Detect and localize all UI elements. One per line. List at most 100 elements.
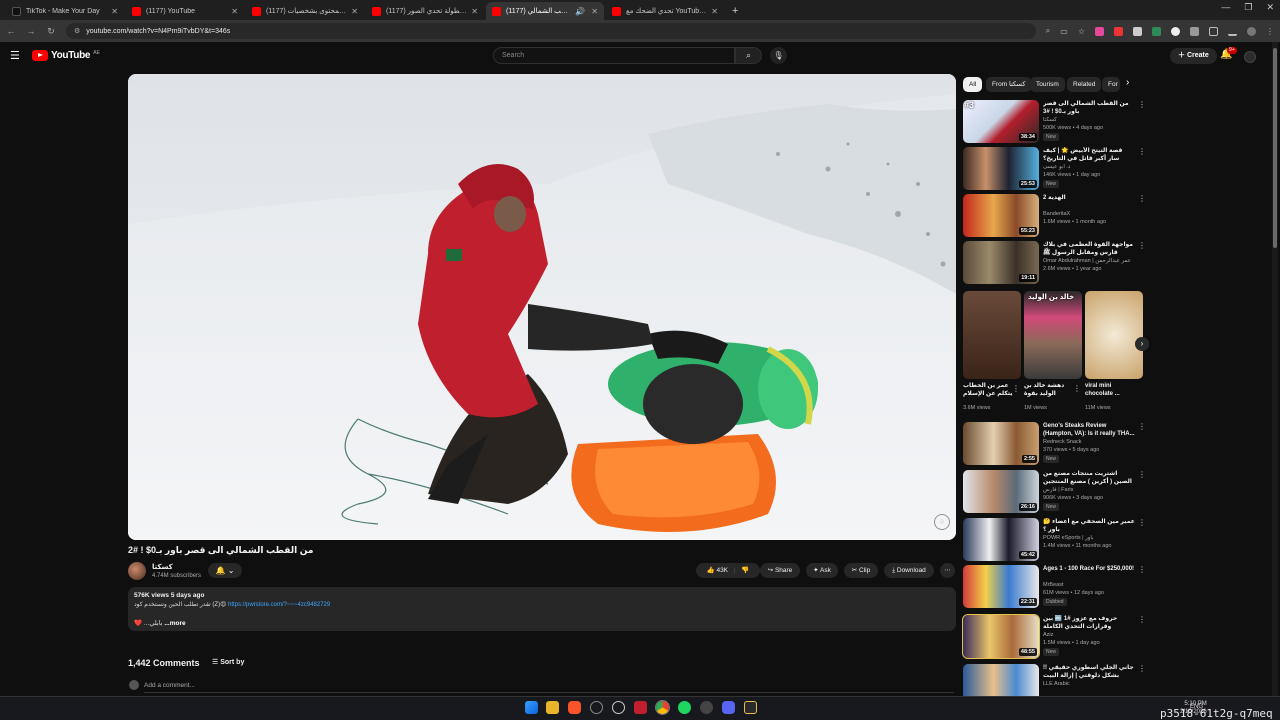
bookmark-star-icon[interactable]: ☆ xyxy=(1078,27,1085,36)
more-vertical-icon[interactable]: ⋮ xyxy=(1073,384,1081,393)
browser-tab[interactable]: (1177) صناع المحتوى بشخصيات ✕ xyxy=(246,2,364,20)
create-button[interactable]: ＋ Create xyxy=(1170,48,1217,64)
zoom-icon[interactable]: ⌕ xyxy=(1046,26,1050,36)
more-actions-button[interactable]: ⋯ xyxy=(940,563,955,578)
extension-icon[interactable] xyxy=(1133,26,1142,36)
app-icon[interactable] xyxy=(700,701,713,714)
video-thumbnail[interactable]: 45:42 xyxy=(963,518,1039,561)
video-thumbnail[interactable] xyxy=(963,664,1039,696)
close-tab-icon[interactable]: ✕ xyxy=(711,7,718,16)
page-scrollbar-thumb[interactable] xyxy=(1273,48,1277,248)
close-tab-icon[interactable]: ✕ xyxy=(471,7,478,16)
speaker-icon[interactable]: 🔊 xyxy=(575,7,585,16)
description-box[interactable]: 576K views 5 days ago تقدر تطلب الحين وت… xyxy=(128,587,956,631)
ask-button[interactable]: ✦ Ask xyxy=(806,563,838,578)
more-vertical-icon[interactable]: ⋮ xyxy=(1138,241,1146,250)
extensions-puzzle-icon[interactable] xyxy=(1209,26,1218,36)
clip-button[interactable]: ✂ Clip xyxy=(844,563,878,578)
video-thumbnail[interactable]: 2:55 xyxy=(963,422,1039,465)
recommended-video[interactable]: #3 38:34 من القطب الشمالي الى قصر باور ب… xyxy=(963,100,1146,144)
channel-name[interactable]: كسكتا xyxy=(152,563,173,571)
chip-tourism[interactable]: Tourism xyxy=(1030,77,1065,92)
description-link[interactable]: https://pwrstore.com/?~~~4zc9482729 xyxy=(228,602,330,608)
sort-by-button[interactable]: ☰ Sort by xyxy=(212,658,244,666)
more-vertical-icon[interactable]: ⋮ xyxy=(1138,422,1146,431)
close-tab-icon[interactable]: ✕ xyxy=(351,7,358,16)
start-menu-icon[interactable] xyxy=(525,701,538,714)
close-window-button[interactable]: ✕ xyxy=(1266,2,1274,13)
extension-icon[interactable] xyxy=(1114,26,1123,36)
new-tab-button[interactable]: + xyxy=(726,2,744,20)
recommended-video[interactable]: 55:23 الهدية 2 BanderitaX 1.6M views • 1… xyxy=(963,194,1146,238)
video-thumbnail[interactable]: 48:55 xyxy=(962,614,1040,659)
extension-icon[interactable] xyxy=(1152,26,1161,36)
browser-tab-active[interactable]: (1177) من القطب الشمالي 🔊 ✕ xyxy=(486,2,604,20)
more-vertical-icon[interactable]: ⋮ xyxy=(1138,615,1146,624)
dislike-button[interactable]: 👎 xyxy=(741,567,749,574)
video-thumbnail[interactable]: 26:16 xyxy=(963,470,1039,513)
short-thumbnail[interactable]: خالد بن الوليد xyxy=(1024,291,1082,379)
video-thumbnail[interactable]: 19:11 xyxy=(963,241,1039,284)
more-vertical-icon[interactable]: ⋮ xyxy=(1012,384,1020,393)
app-icon[interactable] xyxy=(634,701,647,714)
recommended-video[interactable]: 45:42 🤔 عمير مين الصحفي مع أعضاء باور ؟ … xyxy=(963,518,1146,562)
minimize-button[interactable]: — xyxy=(1221,2,1230,13)
browser-menu-icon[interactable]: ⋮ xyxy=(1266,27,1274,36)
chip-for-you[interactable]: For xyxy=(1102,77,1120,92)
chip-all[interactable]: All xyxy=(963,77,983,92)
maximize-button[interactable]: ❐ xyxy=(1244,2,1252,13)
spotify-icon[interactable] xyxy=(678,701,691,714)
close-tab-icon[interactable]: ✕ xyxy=(111,7,118,16)
account-avatar[interactable] xyxy=(1244,51,1256,63)
voice-search-mic-icon[interactable]: 🎙 xyxy=(770,47,787,64)
brave-browser-icon[interactable] xyxy=(568,701,581,714)
extension-icon[interactable] xyxy=(1171,26,1180,36)
discord-icon[interactable] xyxy=(722,701,735,714)
more-vertical-icon[interactable]: ⋮ xyxy=(1138,194,1146,203)
chevron-right-icon[interactable]: › xyxy=(1126,77,1129,88)
short-thumbnail[interactable] xyxy=(963,291,1021,379)
close-tab-icon[interactable]: ✕ xyxy=(591,7,598,16)
app-icon[interactable] xyxy=(590,701,603,714)
like-button[interactable]: 👍 43K xyxy=(707,567,728,574)
short-thumbnail[interactable] xyxy=(1085,291,1143,379)
download-button[interactable]: ⤓ Download xyxy=(884,563,934,578)
close-tab-icon[interactable]: ✕ xyxy=(231,7,238,16)
recommended-video[interactable]: جاني الجلي اسطوري حقيقي !! بشكل دلوقتي |… xyxy=(963,664,1143,696)
reload-icon[interactable]: ↻ xyxy=(46,26,56,37)
browser-tab[interactable]: TikTok - Make Your Day ✕ xyxy=(6,2,124,20)
file-explorer-icon[interactable] xyxy=(546,701,559,714)
more-vertical-icon[interactable]: ⋮ xyxy=(1138,100,1146,109)
chip-related[interactable]: Related xyxy=(1067,77,1102,92)
app-icon[interactable] xyxy=(744,701,757,714)
channel-avatar[interactable] xyxy=(128,562,146,580)
more-vertical-icon[interactable]: ⋮ xyxy=(1138,664,1143,673)
recommended-video[interactable]: 19:11 مواجهة القوة العظمى في بلاك قارس و… xyxy=(963,241,1146,285)
cast-icon[interactable]: ▭ xyxy=(1060,27,1068,36)
video-thumbnail[interactable]: 55:23 xyxy=(963,194,1039,237)
search-button[interactable]: ⌕ xyxy=(735,47,762,64)
more-vertical-icon[interactable]: ⋮ xyxy=(1138,470,1146,479)
channel-watermark[interactable]: ⓘ xyxy=(934,514,950,530)
url-field[interactable]: ⚙ youtube.com/watch?v=N4Pm9iTvbDY&t=346s xyxy=(66,23,1036,39)
shelf-next-button[interactable]: › xyxy=(1135,337,1149,351)
back-icon[interactable]: ← xyxy=(6,26,16,36)
extension-icon[interactable] xyxy=(1190,26,1199,36)
download-icon[interactable] xyxy=(1228,27,1237,36)
extension-icon[interactable] xyxy=(1095,26,1104,36)
add-comment-input[interactable]: Add a comment... xyxy=(144,682,195,689)
subscribed-notification-button[interactable]: 🔔 ⌄ xyxy=(208,563,242,578)
recommended-video[interactable]: 25:53 قصة التيتح الأبيض 🌟 | كيف سار أكبر… xyxy=(963,147,1146,191)
video-thumbnail[interactable]: 25:53 xyxy=(963,147,1039,190)
browser-tab[interactable]: تحدي الضحك مع YouTube - 😂🎯✕ xyxy=(606,2,724,20)
app-icon[interactable] xyxy=(612,701,625,714)
chrome-icon[interactable] xyxy=(655,700,670,715)
more-vertical-icon[interactable]: ⋮ xyxy=(1138,147,1146,156)
chip-from-channel[interactable]: From كسكتا xyxy=(986,77,1032,92)
show-more-link[interactable]: ...more xyxy=(164,620,185,627)
search-input[interactable]: Search xyxy=(493,47,735,64)
recommended-video[interactable]: 22:31 Ages 1 - 100 Race For $250,000! Mr… xyxy=(963,565,1146,609)
site-info-icon[interactable]: ⚙ xyxy=(74,27,80,35)
recommended-video[interactable]: 26:16 اشتريت منتجات مصنع من الصين ( أكري… xyxy=(963,470,1146,514)
forward-icon[interactable]: → xyxy=(26,26,36,36)
